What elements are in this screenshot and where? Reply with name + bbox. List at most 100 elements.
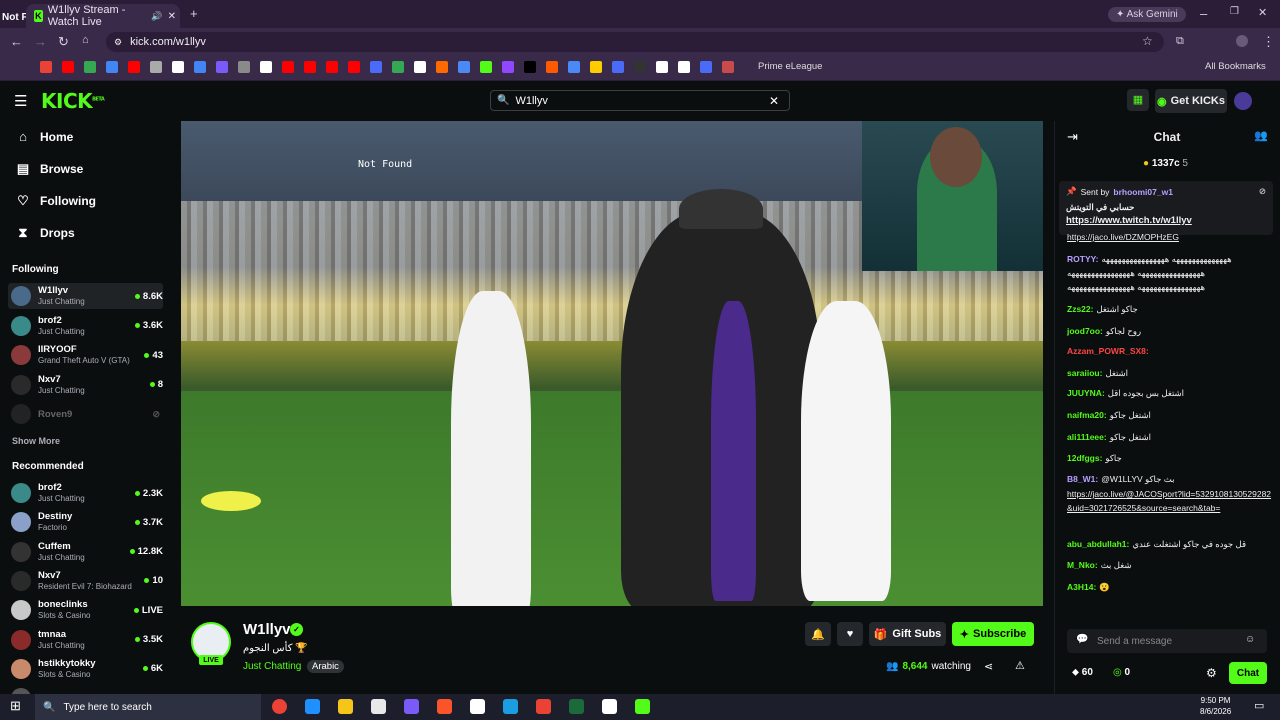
- user-avatar[interactable]: [1234, 92, 1252, 110]
- taskbar-app-icon[interactable]: [569, 699, 584, 714]
- nav-browse[interactable]: ▤ Browse: [16, 161, 84, 177]
- bookmark-icon[interactable]: [62, 61, 74, 73]
- sidebar-channel[interactable]: Cuffem Just Chatting 12.8K: [8, 539, 163, 565]
- url-bar[interactable]: ⚙ kick.com/w1llyv: [106, 32, 1164, 52]
- chat-username[interactable]: Azzam_POWR_SX8:: [1067, 346, 1149, 356]
- bookmark-icon[interactable]: [348, 61, 360, 73]
- bookmark-icon[interactable]: [150, 61, 162, 73]
- chat-username[interactable]: B8_W1:: [1067, 474, 1098, 484]
- chat-username[interactable]: A3H14:: [1067, 582, 1096, 592]
- pinned-link[interactable]: https://www.twitch.tv/w1llyv: [1066, 215, 1266, 226]
- taskbar-app-icon[interactable]: [404, 699, 419, 714]
- chat-settings-bubble-icon[interactable]: 💬: [1076, 634, 1088, 645]
- report-icon[interactable]: ⚠: [1015, 659, 1025, 672]
- notification-bell-button[interactable]: 🔔: [805, 622, 831, 646]
- chat-message[interactable]: Zzs22: جاكو اشتغل: [1067, 302, 1272, 316]
- chat-message[interactable]: https://jaco.live/DZMOPHzEG: [1067, 230, 1272, 244]
- sidebar-channel[interactable]: Destiny Factorio 3.7K: [8, 509, 163, 535]
- sidebar-channel[interactable]: Nxv7 Resident Evil 7: Biohazard 10: [8, 568, 163, 594]
- chat-message[interactable]: A3H14: 😮: [1067, 580, 1272, 594]
- chat-username[interactable]: Zzs22:: [1067, 304, 1093, 314]
- taskbar-app-icon[interactable]: [635, 699, 650, 714]
- bookmark-icon[interactable]: [370, 61, 382, 73]
- taskbar-search[interactable]: 🔍 Type here to search: [35, 694, 261, 720]
- chat-message[interactable]: B8_W1: @W1LLYV بث جاكو: [1067, 472, 1272, 486]
- all-bookmarks[interactable]: All Bookmarks: [1205, 61, 1266, 72]
- send-chat-button[interactable]: Chat: [1229, 662, 1267, 684]
- points-indicator[interactable]: ⬥ 60: [1072, 667, 1093, 678]
- taskbar-app-icon[interactable]: [272, 699, 287, 714]
- chat-username[interactable]: naifma20:: [1067, 410, 1107, 420]
- bookmark-icon[interactable]: [106, 61, 118, 73]
- emoji-icon[interactable]: ☺: [1245, 634, 1255, 645]
- subscribe-button[interactable]: ✦ Subscribe: [952, 622, 1034, 646]
- chat-message[interactable]: jood7oo: روح لجاكو: [1067, 324, 1272, 338]
- chat-message[interactable]: ali111eee: اشتغل جاكو: [1067, 430, 1272, 444]
- chat-message[interactable]: JUUYNA: اشتغل بس بجوده اقل: [1067, 386, 1272, 400]
- chat-message[interactable]: Azzam_POWR_SX8:: [1067, 344, 1272, 358]
- chat-users-icon[interactable]: 👥: [1254, 129, 1268, 142]
- bookmark-icon[interactable]: [458, 61, 470, 73]
- taskbar-app-icon[interactable]: [371, 699, 386, 714]
- taskbar-app-icon[interactable]: [470, 699, 485, 714]
- sidebar-channel[interactable]: boneclinks Slots & Casino LIVE: [8, 597, 163, 623]
- sidebar-channel[interactable]: Roven9 ⊘: [8, 401, 163, 427]
- sidebar-channel[interactable]: brof2 Just Chatting 3.6K: [8, 313, 163, 339]
- sidebar-channel[interactable]: hstikkytokky Slots & Casino 6K: [8, 656, 163, 682]
- bookmark-icon[interactable]: [216, 61, 228, 73]
- chat-message[interactable]: ROTYY: ههههههههههههههه ههههههههههههههههه …: [1067, 252, 1272, 294]
- chat-settings-icon[interactable]: ⚙: [1206, 666, 1217, 680]
- chat-message[interactable]: https://jaco.live/@JACOSport?lid=5329108…: [1067, 487, 1272, 515]
- system-clock[interactable]: 9:50 PM 8/6/2026: [1200, 695, 1231, 717]
- kick-logo[interactable]: KICKBETA: [41, 89, 105, 113]
- taskbar-app-icon[interactable]: [602, 699, 617, 714]
- sidebar-channel[interactable]: brof2 Just Chatting 2.3K: [8, 480, 163, 506]
- unpin-icon[interactable]: ⊘: [1259, 186, 1266, 197]
- profile-icon[interactable]: [1236, 35, 1248, 47]
- pinned-user[interactable]: brhoomi07_w1: [1113, 187, 1173, 197]
- menu-dots-icon[interactable]: ⋮: [1262, 34, 1275, 50]
- bookmark-icon[interactable]: [634, 61, 646, 73]
- chat-username[interactable]: 12dfggs:: [1067, 453, 1102, 463]
- bookmark-icon[interactable]: [326, 61, 338, 73]
- bookmark-icon[interactable]: [502, 61, 514, 73]
- streamer-name[interactable]: W1llyv: [243, 621, 291, 638]
- bookmark-icon[interactable]: [282, 61, 294, 73]
- restore-icon[interactable]: ❐: [1230, 6, 1239, 17]
- bookmark-icon[interactable]: [304, 61, 316, 73]
- chat-username[interactable]: JUUYNA:: [1067, 388, 1105, 398]
- chat-message[interactable]: abu_abdullah1: قل جوده في جاكو اشتغلت عند…: [1067, 537, 1272, 551]
- taskbar-app-icon[interactable]: [536, 699, 551, 714]
- kicks-indicator[interactable]: ◎ 0: [1113, 667, 1130, 678]
- reload-icon[interactable]: ↻: [58, 34, 69, 50]
- site-info-icon[interactable]: ⚙: [114, 37, 122, 48]
- home-browser-icon[interactable]: ⌂: [82, 34, 89, 46]
- bookmark-icon[interactable]: [436, 61, 448, 73]
- stream-category[interactable]: Just Chatting: [243, 661, 301, 672]
- bookmark-icon[interactable]: [546, 61, 558, 73]
- get-kicks-button[interactable]: ◉ Get KICKs: [1155, 89, 1227, 113]
- tab-close-icon[interactable]: ✕: [168, 11, 176, 22]
- notification-center-icon[interactable]: ▭: [1254, 699, 1264, 712]
- chat-message[interactable]: M_Nko: شغل بث: [1067, 558, 1272, 572]
- show-more-link[interactable]: Show More: [12, 436, 60, 446]
- gift-subs-button[interactable]: 🎁 Gift Subs: [869, 622, 946, 646]
- new-tab-icon[interactable]: +: [190, 6, 198, 21]
- chat-message[interactable]: naifma20: اشتغل جاكو: [1067, 408, 1272, 422]
- bookmark-icon[interactable]: [128, 61, 140, 73]
- chat-link[interactable]: https://jaco.live/@JACOSport?lid=5329108…: [1067, 489, 1271, 513]
- bookmark-icon[interactable]: [40, 61, 52, 73]
- back-icon[interactable]: ←: [10, 34, 23, 49]
- bookmark-icon[interactable]: [238, 61, 250, 73]
- chat-link[interactable]: https://jaco.live/DZMOPHzEG: [1067, 232, 1179, 242]
- chat-username[interactable]: saraiiou:: [1067, 368, 1102, 378]
- chat-username[interactable]: ali111eee:: [1067, 432, 1107, 442]
- bookmark-icon[interactable]: [612, 61, 624, 73]
- bookmark-icon[interactable]: [590, 61, 602, 73]
- chat-username[interactable]: ROTYY:: [1067, 254, 1098, 264]
- chat-message[interactable]: 12dfggs: جاكو: [1067, 451, 1272, 465]
- bookmark-icon[interactable]: [678, 61, 690, 73]
- bookmark-icon[interactable]: [722, 61, 734, 73]
- taskbar-app-icon[interactable]: [437, 699, 452, 714]
- sidebar-channel[interactable]: IIRYOOF Grand Theft Auto V (GTA) 43: [8, 342, 163, 368]
